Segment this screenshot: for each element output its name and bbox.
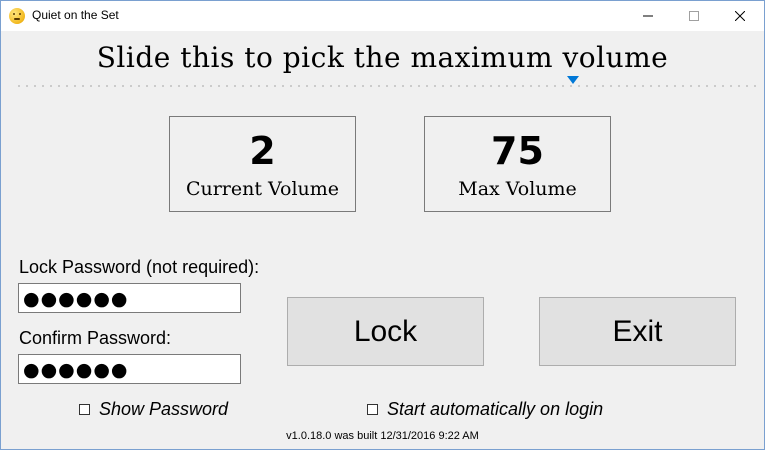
lock-button[interactable]: Lock xyxy=(287,297,484,366)
start-automatically-option[interactable]: Start automatically on login xyxy=(367,399,603,420)
exit-button[interactable]: Exit xyxy=(539,297,736,366)
max-volume-label: Max Volume xyxy=(458,178,577,200)
maximize-icon xyxy=(689,11,699,21)
minimize-icon xyxy=(643,15,653,17)
app-window: Quiet on the Set Slide this to pick the … xyxy=(0,0,765,450)
maximize-button[interactable] xyxy=(671,1,717,31)
slider-track[interactable] xyxy=(15,85,759,87)
lock-password-input[interactable]: ●●●●●● xyxy=(18,283,241,313)
close-icon xyxy=(735,11,745,21)
slider-thumb[interactable] xyxy=(567,76,579,84)
confirm-password-input[interactable]: ●●●●●● xyxy=(18,354,241,384)
close-button[interactable] xyxy=(717,1,763,31)
instruction-heading: Slide this to pick the maximum volume xyxy=(96,41,669,74)
window-title: Quiet on the Set xyxy=(32,8,119,22)
start-automatically-label: Start automatically on login xyxy=(387,399,604,419)
current-volume-value: 2 xyxy=(249,129,276,173)
show-password-option[interactable]: Show Password xyxy=(79,399,228,420)
max-volume-slider[interactable] xyxy=(15,71,759,93)
title-bar[interactable]: Quiet on the Set xyxy=(1,1,764,31)
max-volume-value: 75 xyxy=(491,129,544,173)
show-password-checkbox[interactable] xyxy=(79,404,90,415)
minimize-button[interactable] xyxy=(625,1,671,31)
confirm-password-label: Confirm Password: xyxy=(19,328,172,348)
smiley-face-icon xyxy=(9,8,25,24)
build-info: v1.0.18.0 was built 12/31/2016 9:22 AM xyxy=(286,430,479,442)
start-automatically-checkbox[interactable] xyxy=(367,404,378,415)
lock-password-label: Lock Password (not required): xyxy=(19,257,260,277)
current-volume-panel: 2 Current Volume xyxy=(169,116,356,212)
max-volume-panel: 75 Max Volume xyxy=(424,116,611,212)
show-password-label: Show Password xyxy=(99,399,229,419)
current-volume-label: Current Volume xyxy=(185,178,340,200)
